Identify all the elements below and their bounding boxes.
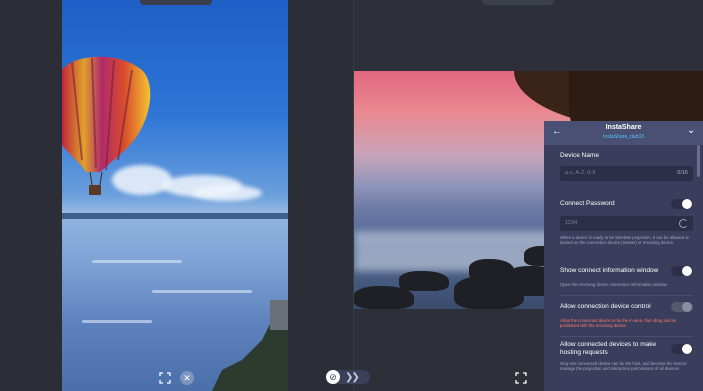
show-info-toggle[interactable] xyxy=(671,266,693,276)
allow-hosting-description: Only one connected device can be the hos… xyxy=(560,361,687,371)
device-name-placeholder: a-z, A-Z, 0-9 xyxy=(565,170,596,176)
desktop: ✕ ⊘ ❯❯ ← InstaShare InstaShare_dab33 ⌄ D… xyxy=(0,0,703,391)
middle-divider xyxy=(288,0,354,391)
wave-streak xyxy=(152,290,252,293)
wave-streak xyxy=(82,320,152,323)
left-screen[interactable] xyxy=(62,0,288,391)
toggle-knob xyxy=(682,266,692,276)
projection-control[interactable]: ⊘ ❯❯ xyxy=(326,370,370,384)
allow-control-label: Allow connection device control xyxy=(560,303,651,310)
device-name-input[interactable]: a-z, A-Z, 0-9 0/16 xyxy=(560,166,693,181)
allow-hosting-label: Allow connected devices to make hosting … xyxy=(560,341,657,356)
allow-control-toggle[interactable] xyxy=(671,302,693,312)
link-icon[interactable]: ⊘ xyxy=(326,370,340,384)
panel-header: ← InstaShare InstaShare_dab33 ⌄ xyxy=(544,121,703,145)
fullscreen-icon[interactable] xyxy=(158,371,172,385)
panel-scrollbar[interactable] xyxy=(697,145,700,177)
divider xyxy=(560,295,693,296)
allow-control-description: Allow the connected device to be the in … xyxy=(560,318,677,328)
fullscreen-icon[interactable] xyxy=(514,371,528,385)
rocky-shore xyxy=(212,300,288,391)
password-input[interactable]: 1234 xyxy=(560,216,693,231)
show-info-label: Show connect information window xyxy=(560,267,659,274)
toggle-knob xyxy=(682,344,692,354)
char-counter: 0/16 xyxy=(677,170,688,176)
collapse-chevron-icon[interactable]: ⌄ xyxy=(687,125,695,136)
device-name-label: Device Name xyxy=(560,152,600,159)
connect-password-toggle[interactable] xyxy=(671,199,693,209)
right-screen-tab[interactable] xyxy=(482,0,554,5)
password-value: 1234 xyxy=(565,220,578,226)
allow-hosting-toggle[interactable] xyxy=(671,344,693,354)
left-screen-tab[interactable] xyxy=(140,0,212,5)
device-id-label: InstaShare_dab33 xyxy=(603,134,644,140)
connect-password-label: Connect Password xyxy=(560,200,615,207)
divider xyxy=(560,336,693,337)
toggle-knob xyxy=(682,199,692,209)
rock xyxy=(399,271,449,291)
close-icon[interactable]: ✕ xyxy=(180,371,194,385)
next-arrows-icon[interactable]: ❯❯ xyxy=(345,372,360,383)
show-info-description: Open the receiving device connection inf… xyxy=(560,282,667,287)
toggle-knob xyxy=(682,302,692,312)
password-description: When a device is ready to be Wireless pr… xyxy=(560,235,689,245)
cloud xyxy=(192,185,262,201)
cloud xyxy=(112,165,172,195)
left-gutter xyxy=(0,0,62,391)
panel-title: InstaShare xyxy=(605,124,642,131)
refresh-icon[interactable] xyxy=(679,219,688,228)
wave-streak xyxy=(92,260,182,263)
